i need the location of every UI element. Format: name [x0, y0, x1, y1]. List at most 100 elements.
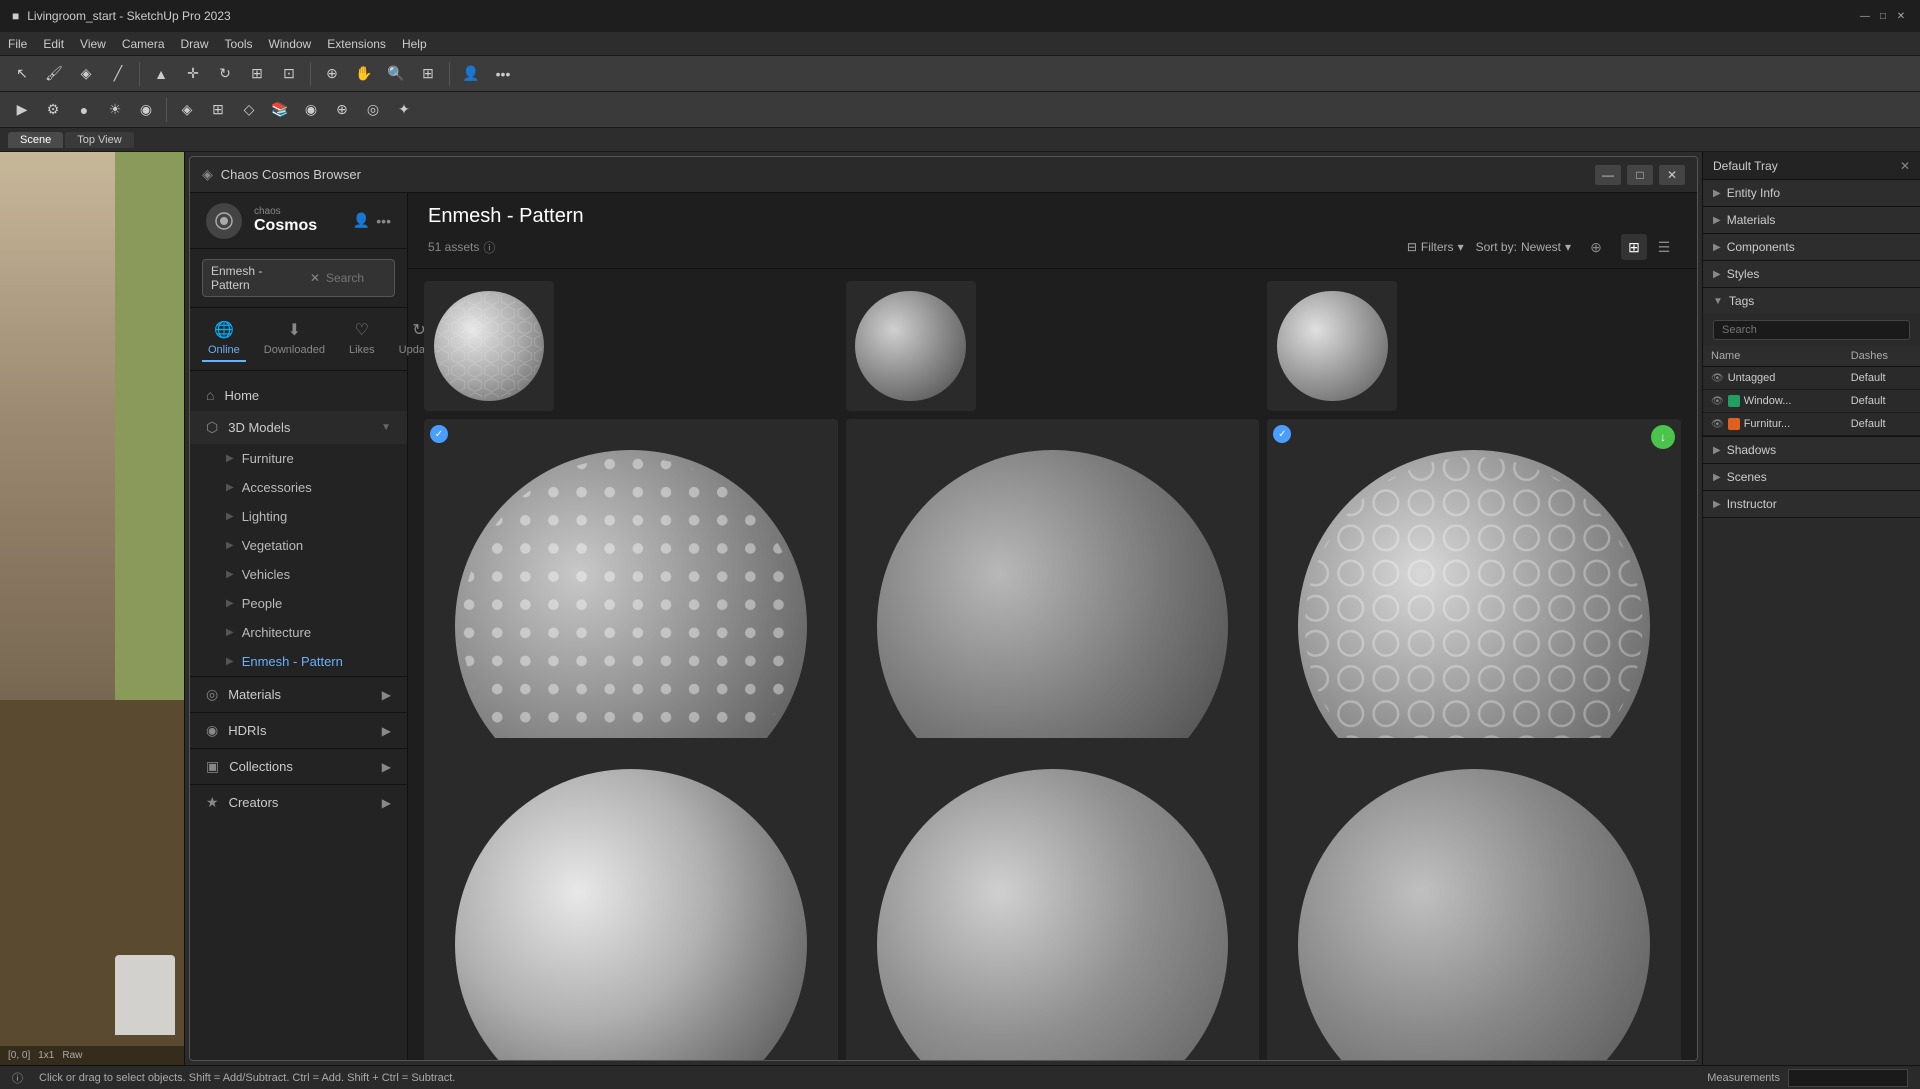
vray-fb-btn[interactable]: ◈: [173, 96, 201, 124]
grid-item-8[interactable]: [846, 738, 1260, 1061]
menu-item-collections[interactable]: ▣ Collections ▶: [190, 748, 407, 784]
vray-light-btn[interactable]: ☀: [101, 96, 129, 124]
submenu-lighting[interactable]: ▶ Lighting: [190, 502, 407, 531]
minimize-button[interactable]: —: [1858, 9, 1872, 23]
viewport-canvas[interactable]: [0, 0] 1x1 Raw: [0, 152, 185, 1065]
zoom-tool[interactable]: 🔍: [382, 60, 410, 88]
cosmos-minimize-btn[interactable]: —: [1595, 165, 1621, 185]
menu-camera[interactable]: Camera: [122, 37, 165, 51]
cosmos-window-controls[interactable]: — □ ✕: [1595, 165, 1685, 185]
submenu-vehicles[interactable]: ▶ Vehicles: [190, 560, 407, 589]
tray-collapse-btn[interactable]: ✕: [1900, 159, 1910, 173]
scene-tab-top[interactable]: Top View: [65, 132, 133, 148]
tag-window-visibility-icon[interactable]: 👁: [1711, 396, 1724, 407]
offset-tool[interactable]: ⊡: [275, 60, 303, 88]
vray-render-btn[interactable]: ▶: [8, 96, 36, 124]
vray-denoiser-btn[interactable]: ◇: [235, 96, 263, 124]
tags-search-input[interactable]: [1713, 320, 1910, 340]
select-tool[interactable]: ↖: [8, 60, 36, 88]
cosmos-logo-actions[interactable]: 👤 •••: [353, 212, 391, 229]
tags-col-name[interactable]: Name: [1703, 346, 1843, 367]
submenu-enmesh[interactable]: ▶ Enmesh - Pattern: [190, 647, 407, 676]
vray-cosmos-btn[interactable]: ◉: [132, 96, 160, 124]
vray-settings-btn[interactable]: ⚙: [39, 96, 67, 124]
menu-draw[interactable]: Draw: [181, 37, 209, 51]
menu-extensions[interactable]: Extensions: [327, 37, 386, 51]
paint-tool[interactable]: 🖌: [40, 60, 68, 88]
menu-item-hdris[interactable]: ◉ HDRIs ▶: [190, 712, 407, 748]
line-tool[interactable]: ╱: [104, 60, 132, 88]
cosmos-account-btn[interactable]: 👤: [353, 212, 370, 229]
materials-section: ▶ Materials: [1703, 207, 1920, 234]
vray-comp-btn[interactable]: ⊞: [204, 96, 232, 124]
instructor-header[interactable]: ▶ Instructor: [1703, 491, 1920, 517]
cosmos-grid-view-btn[interactable]: ⊞: [1621, 234, 1647, 260]
cosmos-maximize-btn[interactable]: □: [1627, 165, 1653, 185]
user-icon-btn[interactable]: 👤: [457, 60, 485, 88]
scale-tool[interactable]: ⊞: [243, 60, 271, 88]
submenu-vegetation[interactable]: ▶ Vegetation: [190, 531, 407, 560]
vray-extra1[interactable]: ⊕: [328, 96, 356, 124]
menu-item-materials[interactable]: ◎ Materials ▶: [190, 676, 407, 712]
cosmos-search-tag[interactable]: Enmesh - Pattern ✕: [202, 259, 395, 297]
tag-furniture-visibility-icon[interactable]: 👁: [1711, 419, 1724, 430]
orbit-tool[interactable]: ⊕: [318, 60, 346, 88]
components-header[interactable]: ▶ Components: [1703, 234, 1920, 260]
cosmos-sort-btn[interactable]: Sort by: Newest ▾: [1476, 240, 1571, 254]
close-button[interactable]: ✕: [1894, 9, 1908, 23]
cosmos-search-input[interactable]: [326, 271, 386, 285]
grid-item-1[interactable]: [424, 281, 554, 411]
submenu-architecture[interactable]: ▶ Architecture: [190, 618, 407, 647]
submenu-furniture[interactable]: ▶ Furniture: [190, 444, 407, 473]
maximize-button[interactable]: □: [1876, 9, 1890, 23]
grid-item-2[interactable]: [846, 281, 976, 411]
cosmos-search-clear-btn[interactable]: ✕: [310, 271, 320, 285]
vray-sw-btn[interactable]: ◉: [297, 96, 325, 124]
cosmos-add-view-btn[interactable]: ⊕: [1583, 234, 1609, 260]
menu-item-3d-models[interactable]: ⬡ 3D Models ▼: [190, 411, 407, 444]
materials-header[interactable]: ▶ Materials: [1703, 207, 1920, 233]
cosmos-tab-downloaded[interactable]: ⬇ Downloaded: [258, 316, 331, 362]
shadows-header[interactable]: ▶ Shadows: [1703, 437, 1920, 463]
tags-header[interactable]: ▼ Tags: [1703, 288, 1920, 314]
menu-file[interactable]: File: [8, 37, 27, 51]
zoom-extents-tool[interactable]: ⊞: [414, 60, 442, 88]
grid-item-3[interactable]: [1267, 281, 1397, 411]
menu-edit[interactable]: Edit: [43, 37, 64, 51]
cosmos-list-view-btn[interactable]: ☰: [1651, 234, 1677, 260]
item-6-download-btn[interactable]: ↓: [1651, 425, 1675, 449]
styles-header[interactable]: ▶ Styles: [1703, 261, 1920, 287]
more-tools-btn[interactable]: •••: [489, 60, 517, 88]
cosmos-filters-btn[interactable]: ⊟ Filters ▾: [1407, 240, 1464, 254]
pan-tool[interactable]: ✋: [350, 60, 378, 88]
tag-visibility-icon[interactable]: 👁: [1711, 373, 1724, 384]
menu-help[interactable]: Help: [402, 37, 427, 51]
grid-item-7[interactable]: [424, 738, 838, 1061]
title-bar-controls[interactable]: — □ ✕: [1858, 9, 1908, 23]
submenu-accessories[interactable]: ▶ Accessories: [190, 473, 407, 502]
menu-item-home[interactable]: ⌂ Home: [190, 379, 407, 411]
scene-tab-scene[interactable]: Scene: [8, 132, 63, 148]
cosmos-close-btn[interactable]: ✕: [1659, 165, 1685, 185]
push-pull-tool[interactable]: ▲: [147, 60, 175, 88]
menu-tools[interactable]: Tools: [225, 37, 253, 51]
measurements-input[interactable]: [1788, 1069, 1908, 1087]
vray-mat-btn[interactable]: ●: [70, 96, 98, 124]
cosmos-tab-online[interactable]: 🌐 Online: [202, 316, 246, 362]
menu-item-creators[interactable]: ★ Creators ▶: [190, 784, 407, 820]
eraser-tool[interactable]: ◈: [72, 60, 100, 88]
scenes-header[interactable]: ▶ Scenes: [1703, 464, 1920, 490]
menu-view[interactable]: View: [80, 37, 106, 51]
entity-info-header[interactable]: ▶ Entity Info: [1703, 180, 1920, 206]
cosmos-tab-likes[interactable]: ♡ Likes: [343, 316, 381, 362]
creators-expand-icon: ▶: [382, 796, 391, 810]
rotate-tool[interactable]: ↻: [211, 60, 239, 88]
submenu-people[interactable]: ▶ People: [190, 589, 407, 618]
vray-mat-lib[interactable]: 📚: [266, 96, 294, 124]
move-tool[interactable]: ✛: [179, 60, 207, 88]
cosmos-more-btn[interactable]: •••: [376, 212, 391, 229]
vray-extra2[interactable]: ◎: [359, 96, 387, 124]
menu-window[interactable]: Window: [269, 37, 312, 51]
vray-extra3[interactable]: ✦: [390, 96, 418, 124]
grid-item-9[interactable]: [1267, 738, 1681, 1061]
